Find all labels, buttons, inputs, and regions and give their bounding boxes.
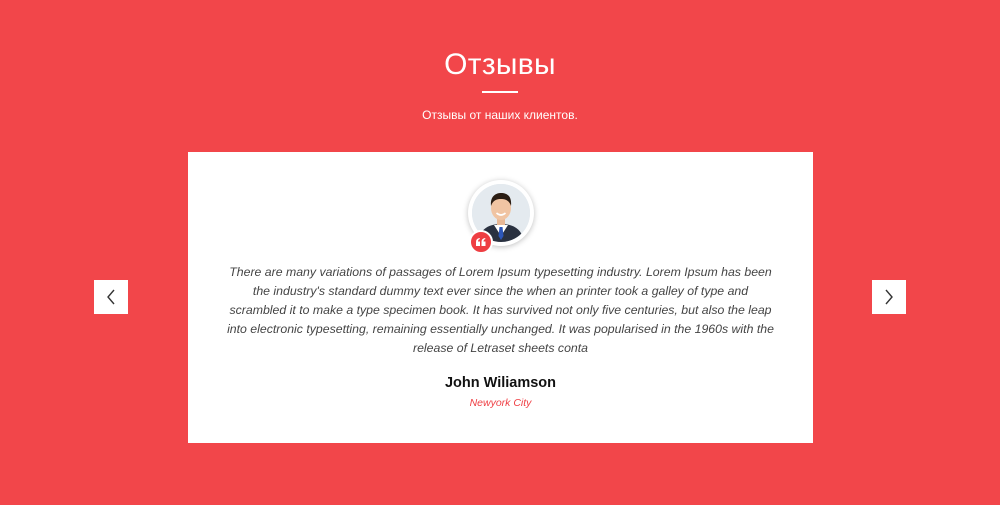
author-name: John Wiliamson	[444, 375, 557, 391]
carousel-prev-button[interactable]	[94, 280, 128, 314]
testimonial-text: There are many variations of passages of…	[227, 265, 774, 355]
title-divider	[482, 91, 518, 93]
testimonials-section: Отзывы Отзывы от наших клиентов. There a…	[0, 0, 1000, 505]
carousel-next-button[interactable]	[872, 280, 906, 314]
quote-icon	[476, 238, 486, 246]
section-title: Отзывы	[444, 48, 556, 81]
section-subtitle: Отзывы от наших клиентов.	[422, 108, 578, 122]
testimonial-card: There are many variations of passages of…	[188, 152, 813, 443]
quote-badge	[469, 230, 493, 254]
chevron-left-icon	[107, 289, 115, 305]
author-location: Newyork City	[469, 397, 532, 409]
chevron-right-icon	[885, 289, 893, 305]
